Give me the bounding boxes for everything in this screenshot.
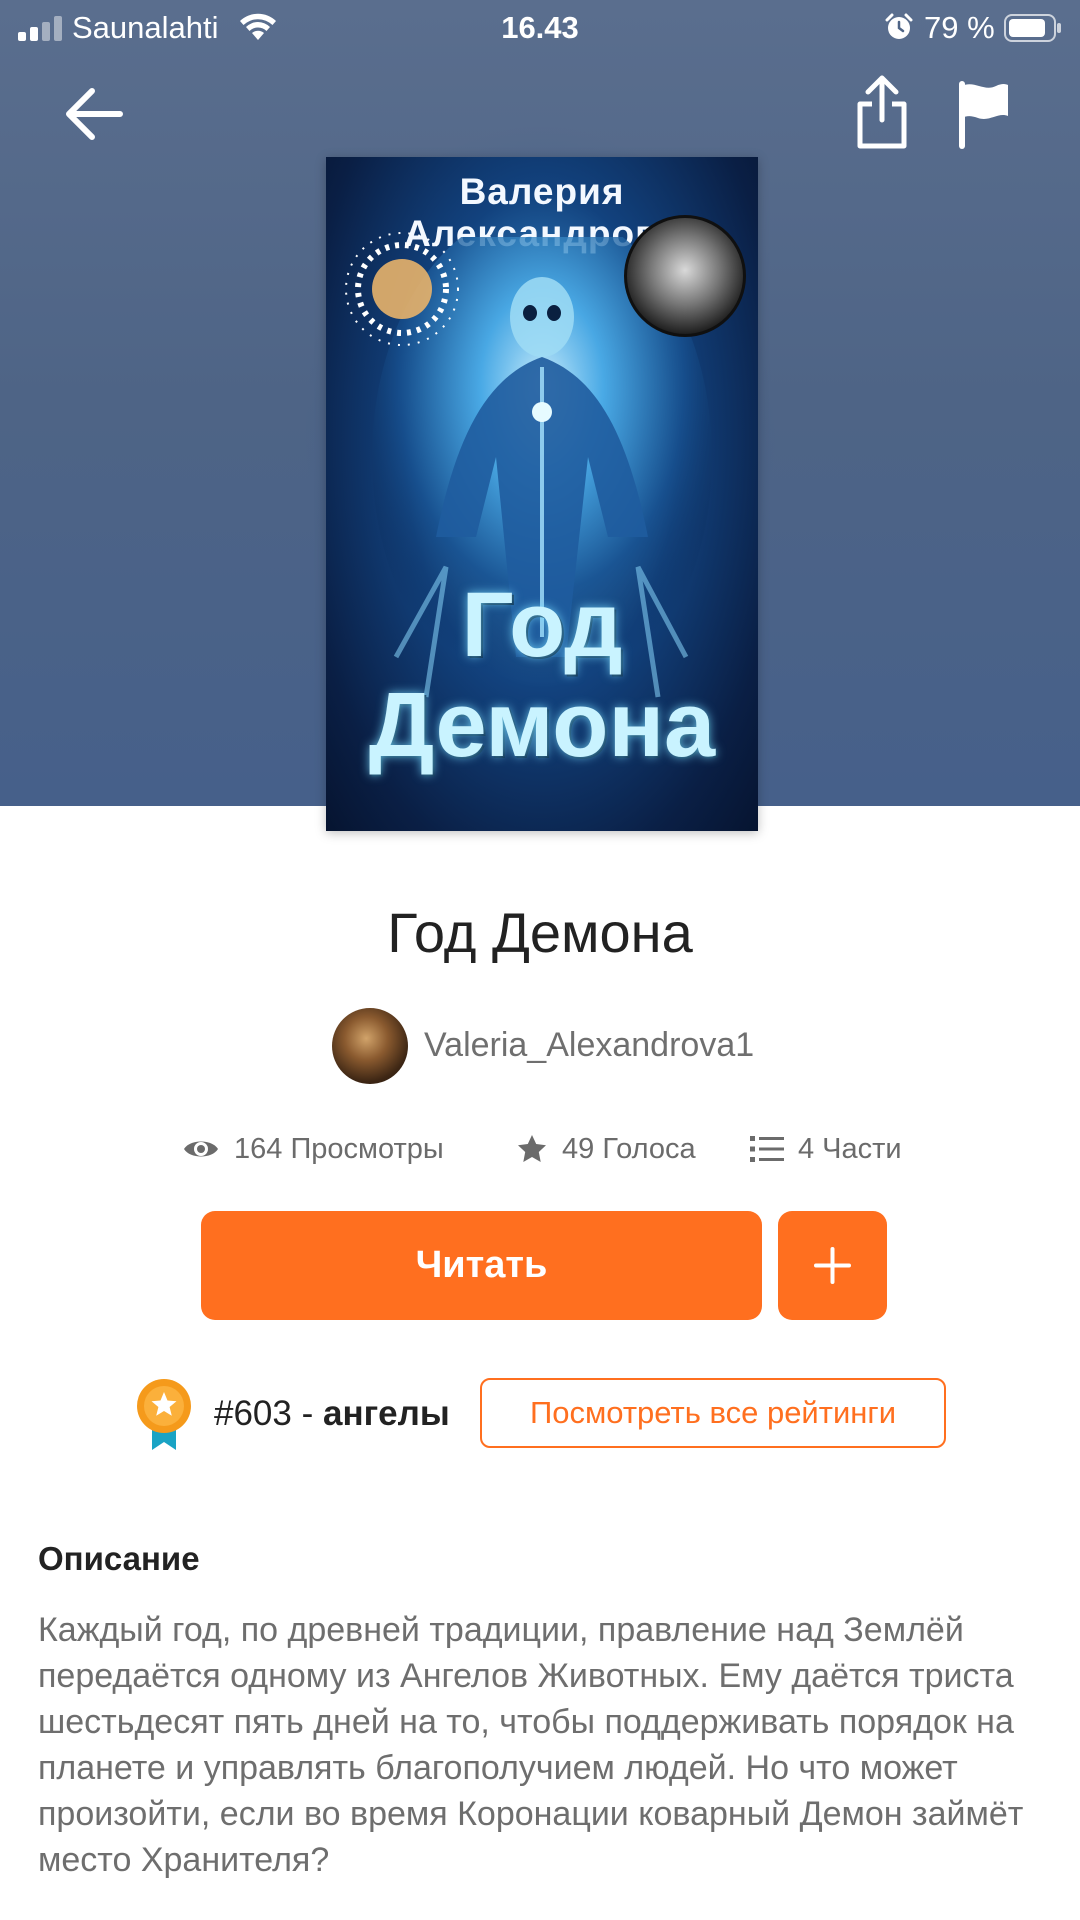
- cover-title-line2: Демона: [368, 674, 716, 776]
- views-count: 164 Просмотры: [234, 1132, 444, 1165]
- rank-number: #603: [214, 1394, 292, 1433]
- book-title: Год Демона: [387, 901, 693, 964]
- book-cover-image[interactable]: Валерия Александрова Год Демона: [326, 157, 758, 831]
- star-icon: [518, 1135, 546, 1162]
- cover-snowflake-emblem: [345, 232, 459, 346]
- votes-count: 49 Голоса: [562, 1132, 696, 1165]
- rank-category: ангелы: [322, 1394, 450, 1433]
- back-arrow-icon[interactable]: [60, 78, 132, 150]
- author-name[interactable]: Valeria_Alexandrova1: [424, 1026, 754, 1065]
- author-row: Valeria_Alexandrova1: [0, 1008, 1080, 1084]
- battery-icon: [1004, 14, 1061, 42]
- description-heading: Описание: [38, 1540, 200, 1577]
- description-text: Каждый год, по древней традиции, правлен…: [38, 1611, 1024, 1879]
- cover-title-text: Год Демона: [326, 575, 758, 775]
- eye-icon: [184, 1141, 218, 1157]
- view-all-rankings-button[interactable]: Посмотреть все рейтинги: [480, 1378, 946, 1448]
- flag-icon[interactable]: [952, 78, 1016, 150]
- ranking-text: #603 - ангелы: [214, 1394, 450, 1434]
- story-details-screen: Saunalahti 16.43 79 % Валерия Александро…: [0, 0, 1080, 1920]
- plus-icon: [814, 1247, 851, 1284]
- author-avatar[interactable]: [332, 1008, 408, 1084]
- list-icon: [750, 1136, 784, 1162]
- votes-stat: 49 Голоса: [516, 1126, 696, 1172]
- read-button[interactable]: Читать: [201, 1211, 762, 1320]
- status-bar: Saunalahti 16.43 79 %: [0, 0, 1080, 56]
- cover-series-badge: [624, 215, 746, 337]
- cover-title-line1: Год: [461, 574, 623, 676]
- clock: 16.43: [501, 10, 579, 45]
- story-stats: 164 Просмотры 49 Голоса 4 Части: [0, 1126, 1080, 1172]
- views-stat: 164 Просмотры: [182, 1126, 444, 1172]
- share-icon[interactable]: [846, 72, 918, 152]
- parts-stat: 4 Части: [750, 1126, 902, 1172]
- add-to-library-button[interactable]: [778, 1211, 887, 1320]
- rank-separator: -: [291, 1394, 323, 1433]
- battery-percent: 79 %: [924, 10, 995, 45]
- medal-icon: [137, 1379, 191, 1450]
- alarm-icon: [885, 13, 913, 39]
- parts-count: 4 Части: [798, 1132, 902, 1165]
